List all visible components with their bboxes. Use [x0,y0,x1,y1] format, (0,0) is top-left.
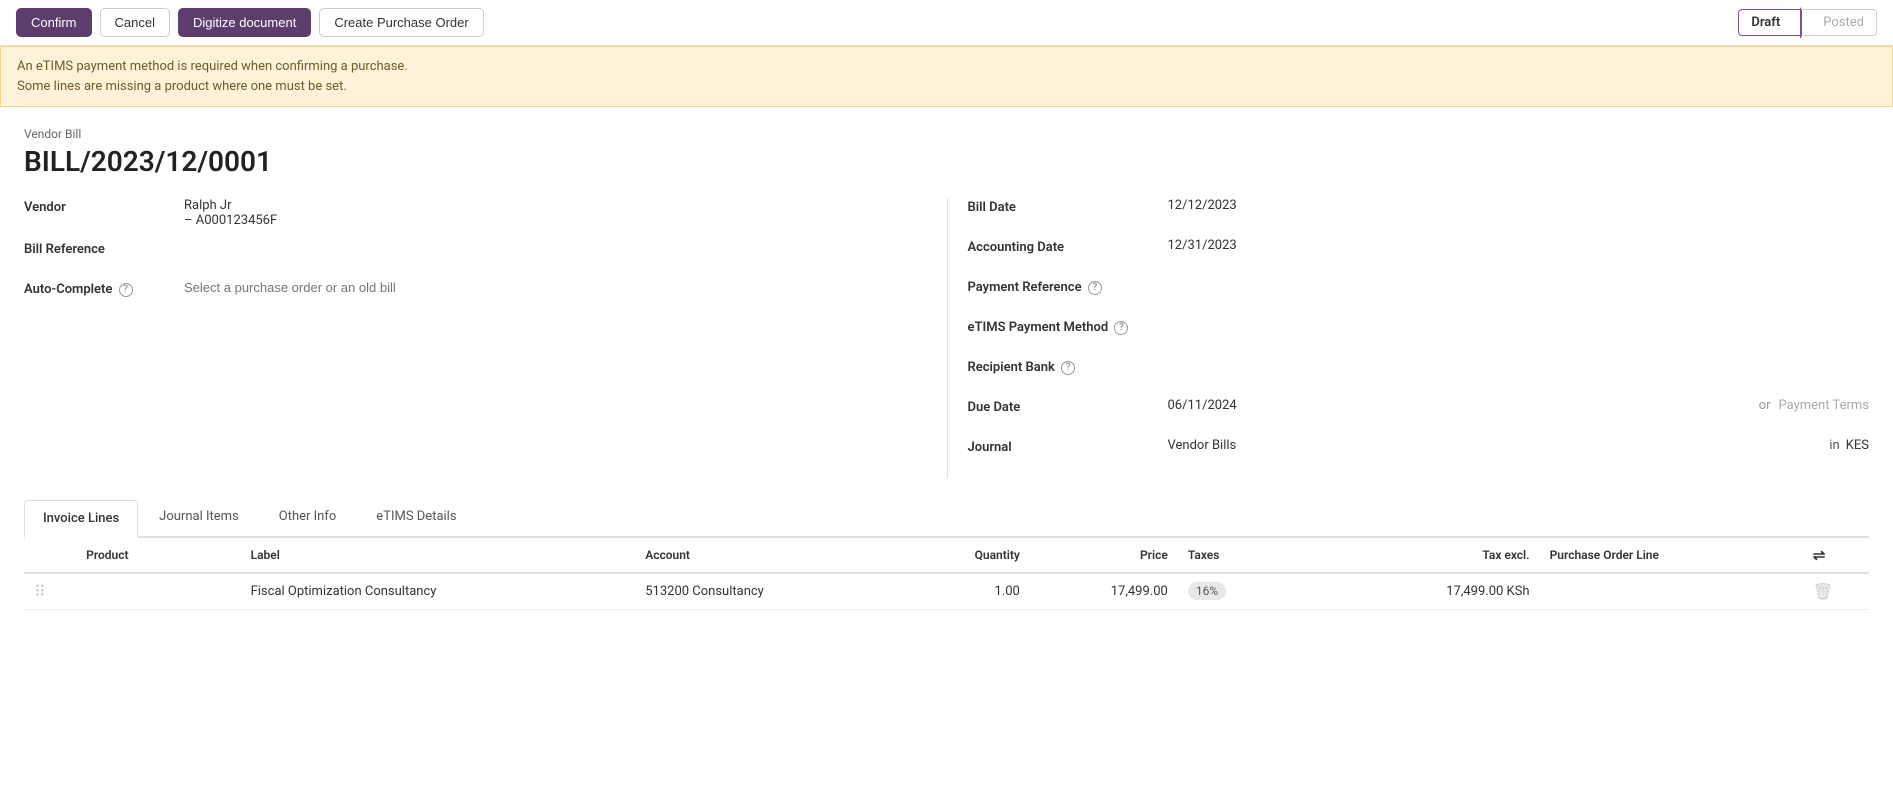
payment-ref-row: Payment Reference ? [968,278,1870,306]
auto-complete-row: Auto-Complete ? [24,280,907,308]
bill-ref-value[interactable] [184,240,907,256]
tab-other-info[interactable]: Other Info [260,498,356,536]
warning-line1: An eTIMS payment method is required when… [17,57,1876,77]
bill-date-row: Bill Date 12/12/2023 [968,198,1870,226]
journal-row: Journal Vendor Bills in KES [968,438,1870,466]
vendor-name: Ralph Jr [184,198,907,213]
accounting-date-row: Accounting Date 12/31/2023 [968,238,1870,266]
status-posted[interactable]: Posted [1801,9,1877,36]
or-text: or [1759,398,1771,413]
th-label: Label [241,538,636,573]
accounting-date-value[interactable]: 12/31/2023 [1168,238,1870,253]
currency-value[interactable]: KES [1846,438,1869,453]
product-cell[interactable] [76,573,240,610]
due-date-row: Due Date 06/11/2024 or Payment Terms [968,398,1870,426]
create-po-button[interactable]: Create Purchase Order [319,8,483,37]
th-quantity: Quantity [898,538,1030,573]
toolbar: Confirm Cancel Digitize document Create … [0,0,1893,46]
cancel-button[interactable]: Cancel [100,8,170,37]
status-draft[interactable]: Draft [1738,9,1801,36]
th-drag [24,538,76,573]
bill-ref-input[interactable] [184,240,907,255]
due-date-value[interactable]: 06/11/2024 [1168,398,1751,413]
due-date-label: Due Date [968,398,1168,415]
recipient-bank-label: Recipient Bank ? [968,358,1168,375]
th-tax-excl: Tax excl. [1309,538,1539,573]
tab-invoice-lines[interactable]: Invoice Lines [24,500,138,538]
delete-row-icon[interactable]: 🗑 [1813,582,1833,601]
tabs: Invoice Lines Journal Items Other Info e… [24,498,1869,538]
accounting-date-label: Accounting Date [968,238,1168,255]
recipient-bank-help-icon[interactable]: ? [1061,361,1075,375]
bill-ref-label: Bill Reference [24,240,184,257]
due-date-container: 06/11/2024 or Payment Terms [1168,398,1870,413]
price-cell[interactable]: 17,499.00 [1030,573,1178,610]
form-left: Vendor Ralph Jr – A000123456F Bill Refer… [24,198,947,478]
payment-terms-link[interactable]: Payment Terms [1779,398,1870,413]
th-product: Product [76,538,240,573]
payment-ref-help-icon[interactable]: ? [1088,281,1102,295]
th-po-line: Purchase Order Line [1540,538,1803,573]
column-settings-icon[interactable]: ⇌ [1813,546,1826,564]
journal-container: Vendor Bills in KES [1168,438,1870,453]
warning-line2: Some lines are missing a product where o… [17,77,1876,97]
main-content: Vendor Bill BILL/2023/12/0001 Vendor Ral… [0,107,1893,630]
bill-number: BILL/2023/12/0001 [24,145,1869,178]
vendor-label: Vendor [24,198,184,215]
table-header-row: Product Label Account Quantity Price Tax… [24,538,1869,573]
table-section: Product Label Account Quantity Price Tax… [24,538,1869,610]
vendor-ref: – A000123456F [184,213,907,228]
drag-handle-icon[interactable]: ⠿ [34,582,46,601]
quantity-cell[interactable]: 1.00 [898,573,1030,610]
tab-journal-items[interactable]: Journal Items [140,498,258,536]
auto-complete-value [184,280,907,296]
recipient-bank-row: Recipient Bank ? [968,358,1870,386]
tax-badge[interactable]: 16% [1188,582,1226,600]
digitize-button[interactable]: Digitize document [178,8,311,37]
th-settings: ⇌ [1803,538,1869,573]
th-account: Account [635,538,898,573]
vendor-row: Vendor Ralph Jr – A000123456F [24,198,907,228]
delete-cell: 🗑 [1803,573,1869,610]
table-row: ⠿ Fiscal Optimization Consultancy 513200… [24,573,1869,610]
etims-help-icon[interactable]: ? [1114,321,1128,335]
etims-label: eTIMS Payment Method ? [968,318,1168,335]
account-cell[interactable]: 513200 Consultancy [635,573,898,610]
invoice-lines-table: Product Label Account Quantity Price Tax… [24,538,1869,610]
vendor-value: Ralph Jr – A000123456F [184,198,907,228]
warning-banner: An eTIMS payment method is required when… [0,46,1893,107]
bill-date-value[interactable]: 12/12/2023 [1168,198,1870,213]
form-right: Bill Date 12/12/2023 Accounting Date 12/… [947,198,1870,478]
tab-etims-details[interactable]: eTIMS Details [357,498,475,536]
etims-row: eTIMS Payment Method ? [968,318,1870,346]
po-line-cell[interactable] [1540,573,1803,610]
form-section: Vendor Ralph Jr – A000123456F Bill Refer… [24,198,1869,478]
status-bar: Draft Posted [1738,9,1877,36]
confirm-button[interactable]: Confirm [16,8,92,37]
th-taxes: Taxes [1178,538,1310,573]
auto-complete-help-icon[interactable]: ? [119,283,133,297]
journal-label: Journal [968,438,1168,455]
in-text: in [1829,438,1839,453]
drag-handle-cell: ⠿ [24,573,76,610]
auto-complete-label: Auto-Complete ? [24,280,184,297]
bill-ref-row: Bill Reference [24,240,907,268]
auto-complete-input[interactable] [184,280,907,295]
label-cell[interactable]: Fiscal Optimization Consultancy [241,573,636,610]
th-price: Price [1030,538,1178,573]
journal-value[interactable]: Vendor Bills [1168,438,1824,453]
bill-date-label: Bill Date [968,198,1168,215]
taxes-cell: 16% [1178,573,1310,610]
vendor-bill-label: Vendor Bill [24,127,1869,141]
tax-excl-cell[interactable]: 17,499.00 KSh [1309,573,1539,610]
payment-ref-label: Payment Reference ? [968,278,1168,295]
